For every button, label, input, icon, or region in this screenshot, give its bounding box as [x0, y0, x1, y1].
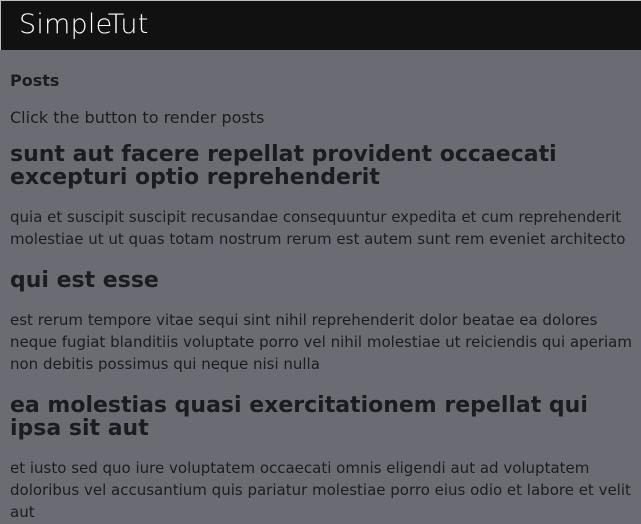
post-item: ea molestias quasi exercitationem repell…: [10, 394, 638, 523]
post-item: sunt aut facere repellat provident occae…: [10, 143, 638, 250]
post-body: est rerum tempore vitae sequi sint nihil…: [10, 311, 632, 373]
post-item: qui est esse est rerum tempore vitae seq…: [10, 269, 638, 375]
post-title: ea molestias quasi exercitationem repell…: [10, 393, 588, 441]
render-instructions: Click the button to render posts: [10, 108, 265, 127]
post-body: quia et suscipit suscipit recusandae con…: [10, 208, 626, 248]
post-title: sunt aut facere repellat provident occae…: [10, 142, 557, 190]
main-content: Posts Click the button to render posts s…: [10, 70, 638, 523]
post-body: et iusto sed quo iure voluptatem occaeca…: [10, 459, 631, 521]
posts-heading: Posts: [10, 71, 60, 90]
top-navbar: SimpleTut: [0, 0, 641, 50]
post-title: qui est esse: [10, 268, 159, 293]
brand-logo[interactable]: SimpleTut: [19, 8, 149, 42]
